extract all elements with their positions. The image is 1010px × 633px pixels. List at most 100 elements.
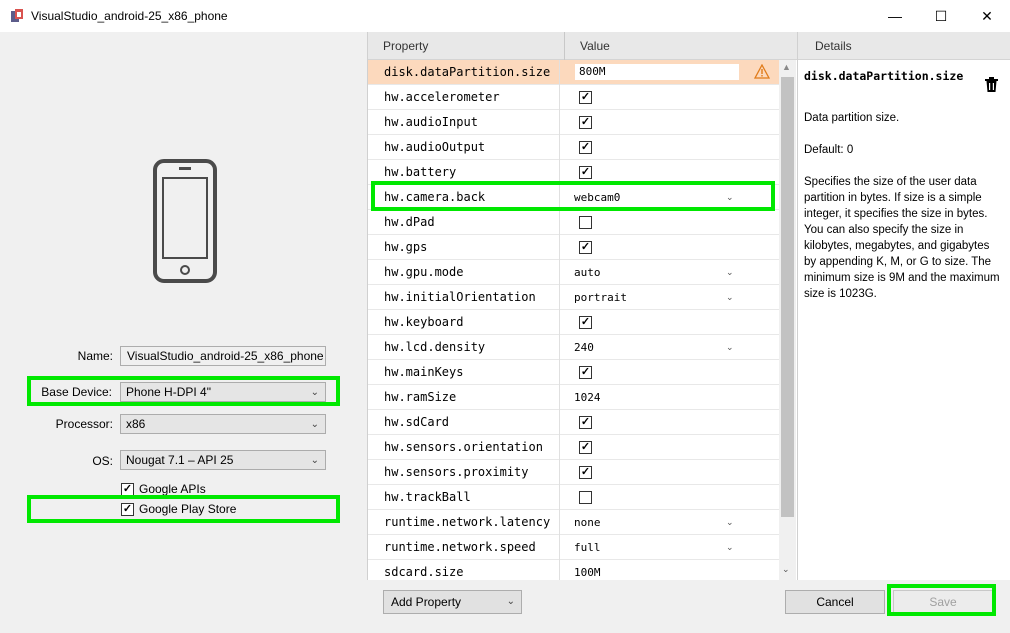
scroll-down-icon[interactable]: ⌄	[782, 564, 790, 575]
chevron-down-icon: ⌄	[310, 419, 319, 430]
name-label: Name:	[77, 349, 113, 363]
column-divider	[559, 135, 560, 160]
property-value-select[interactable]: portrait	[574, 285, 627, 310]
name-field[interactable]: VisualStudio_android-25_x86_phone	[120, 346, 326, 366]
property-name: hw.camera.back	[384, 190, 486, 204]
chevron-down-icon[interactable]: ⌄	[726, 510, 734, 535]
google-play-checkbox[interactable]: ✓ Google Play Store	[121, 502, 236, 516]
table-row[interactable]: hw.mainKeys ✓	[368, 360, 779, 385]
table-row[interactable]: hw.accelerometer ✓	[368, 85, 779, 110]
property-name: hw.audioInput	[384, 115, 478, 129]
property-name: hw.gps	[384, 240, 428, 254]
property-checkbox[interactable]: ✓	[579, 316, 592, 329]
table-row[interactable]: hw.gps ✓	[368, 235, 779, 260]
table-row[interactable]: hw.battery ✓	[368, 160, 779, 185]
google-play-label: Google Play Store	[139, 502, 237, 516]
header-property[interactable]: Property	[368, 32, 565, 60]
property-checkbox[interactable]: ✓	[579, 166, 592, 179]
table-row[interactable]: hw.dPad	[368, 210, 779, 235]
property-checkbox[interactable]: ✓	[579, 441, 592, 454]
device-config-panel: Name: VisualStudio_android-25_x86_phone …	[0, 32, 367, 633]
chevron-down-icon: ⌄	[310, 455, 319, 466]
property-table: Property Value disk.dataPartition.size 80…	[367, 32, 798, 585]
column-divider	[559, 85, 560, 110]
google-apis-label: Google APIs	[139, 482, 206, 496]
processor-select[interactable]: x86 ⌄	[120, 414, 326, 434]
google-apis-checkbox[interactable]: ✓ Google APIs	[121, 482, 206, 496]
add-property-label: Add Property	[391, 595, 462, 609]
property-value-select[interactable]: full	[574, 535, 601, 560]
os-value: Nougat 7.1 – API 25	[126, 453, 234, 467]
window-title: VisualStudio_android-25_x86_phone	[31, 9, 228, 23]
property-checkbox[interactable]: ✓	[579, 116, 592, 129]
table-row[interactable]: hw.sensors.proximity ✓	[368, 460, 779, 485]
property-value-select[interactable]: webcam0	[574, 185, 620, 210]
property-checkbox[interactable]: ✓	[579, 241, 592, 254]
column-divider	[559, 260, 560, 285]
table-row[interactable]: hw.trackBall	[368, 485, 779, 510]
chevron-down-icon[interactable]: ⌄	[726, 285, 734, 310]
property-checkbox[interactable]: ✓	[579, 141, 592, 154]
chevron-down-icon[interactable]: ⌄	[726, 260, 734, 285]
title-bar: VisualStudio_android-25_x86_phone — ☐ ✕	[0, 0, 1010, 32]
details-panel: Details disk.dataPartition.size Data par…	[797, 32, 1010, 580]
scroll-thumb[interactable]	[781, 77, 794, 517]
maximize-icon: ☐	[934, 7, 948, 24]
column-divider	[559, 510, 560, 535]
table-row[interactable]: disk.dataPartition.size 800M	[368, 60, 779, 85]
property-checkbox[interactable]	[579, 216, 592, 229]
table-row[interactable]: hw.gpu.mode auto ⌄	[368, 260, 779, 285]
table-row[interactable]: hw.ramSize 1024	[368, 385, 779, 410]
close-icon: ✕	[981, 7, 993, 24]
table-row[interactable]: hw.sdCard ✓	[368, 410, 779, 435]
table-row[interactable]: hw.keyboard ✓	[368, 310, 779, 335]
property-name: hw.dPad	[384, 215, 435, 229]
property-name: hw.sensors.orientation	[384, 440, 543, 454]
os-label: OS:	[92, 454, 113, 468]
cancel-button[interactable]: Cancel	[785, 590, 885, 614]
property-name: runtime.network.speed	[384, 540, 536, 554]
property-value-input[interactable]: 800M	[575, 64, 739, 80]
minimize-button[interactable]: —	[872, 0, 918, 32]
bottom-bar: Add Property ⌄ Cancel Save	[367, 580, 1010, 633]
details-summary: Data partition size.	[804, 112, 900, 124]
table-row[interactable]: hw.audioOutput ✓	[368, 135, 779, 160]
chevron-down-icon[interactable]: ⌄	[726, 335, 734, 360]
save-button[interactable]: Save	[893, 590, 993, 614]
header-value[interactable]: Value	[565, 32, 798, 60]
table-row[interactable]: hw.lcd.density 240 ⌄	[368, 335, 779, 360]
property-checkbox[interactable]: ✓	[579, 416, 592, 429]
chevron-down-icon[interactable]: ⌄	[726, 185, 734, 210]
property-checkbox[interactable]: ✓	[579, 366, 592, 379]
minimize-icon: —	[888, 8, 902, 24]
os-select[interactable]: Nougat 7.1 – API 25 ⌄	[120, 450, 326, 470]
chevron-down-icon[interactable]: ⌄	[726, 535, 734, 560]
table-row[interactable]: hw.sensors.orientation ✓	[368, 435, 779, 460]
property-value-text[interactable]: 1024	[574, 385, 601, 410]
property-checkbox[interactable]: ✓	[579, 91, 592, 104]
close-button[interactable]: ✕	[964, 0, 1010, 32]
table-row[interactable]: runtime.network.speed full ⌄	[368, 535, 779, 560]
base-device-select[interactable]: Phone H-DPI 4" ⌄	[120, 382, 326, 402]
chevron-down-icon: ⌄	[506, 596, 515, 607]
property-value-select[interactable]: none	[574, 510, 601, 535]
checkbox-checked: ✓	[121, 502, 134, 516]
maximize-button[interactable]: ☐	[918, 0, 964, 32]
table-row[interactable]: hw.camera.back webcam0 ⌄	[368, 185, 779, 210]
property-checkbox[interactable]	[579, 491, 592, 504]
table-row[interactable]: hw.audioInput ✓	[368, 110, 779, 135]
checkbox-checked: ✓	[121, 482, 134, 496]
property-name: hw.keyboard	[384, 315, 464, 329]
property-value-select[interactable]: auto	[574, 260, 601, 285]
base-device-value: Phone H-DPI 4"	[126, 385, 211, 399]
property-checkbox[interactable]: ✓	[579, 466, 592, 479]
column-divider	[559, 110, 560, 135]
table-row[interactable]: hw.initialOrientation portrait ⌄	[368, 285, 779, 310]
trash-icon[interactable]	[985, 77, 998, 92]
add-property-button[interactable]: Add Property ⌄	[383, 590, 522, 614]
scroll-up-icon[interactable]: ▲	[782, 62, 791, 72]
property-name: disk.dataPartition.size	[384, 65, 551, 79]
property-value-select[interactable]: 240	[574, 335, 594, 360]
table-row[interactable]: runtime.network.latency none ⌄	[368, 510, 779, 535]
vertical-scrollbar[interactable]: ▲ ⌄	[779, 60, 796, 580]
